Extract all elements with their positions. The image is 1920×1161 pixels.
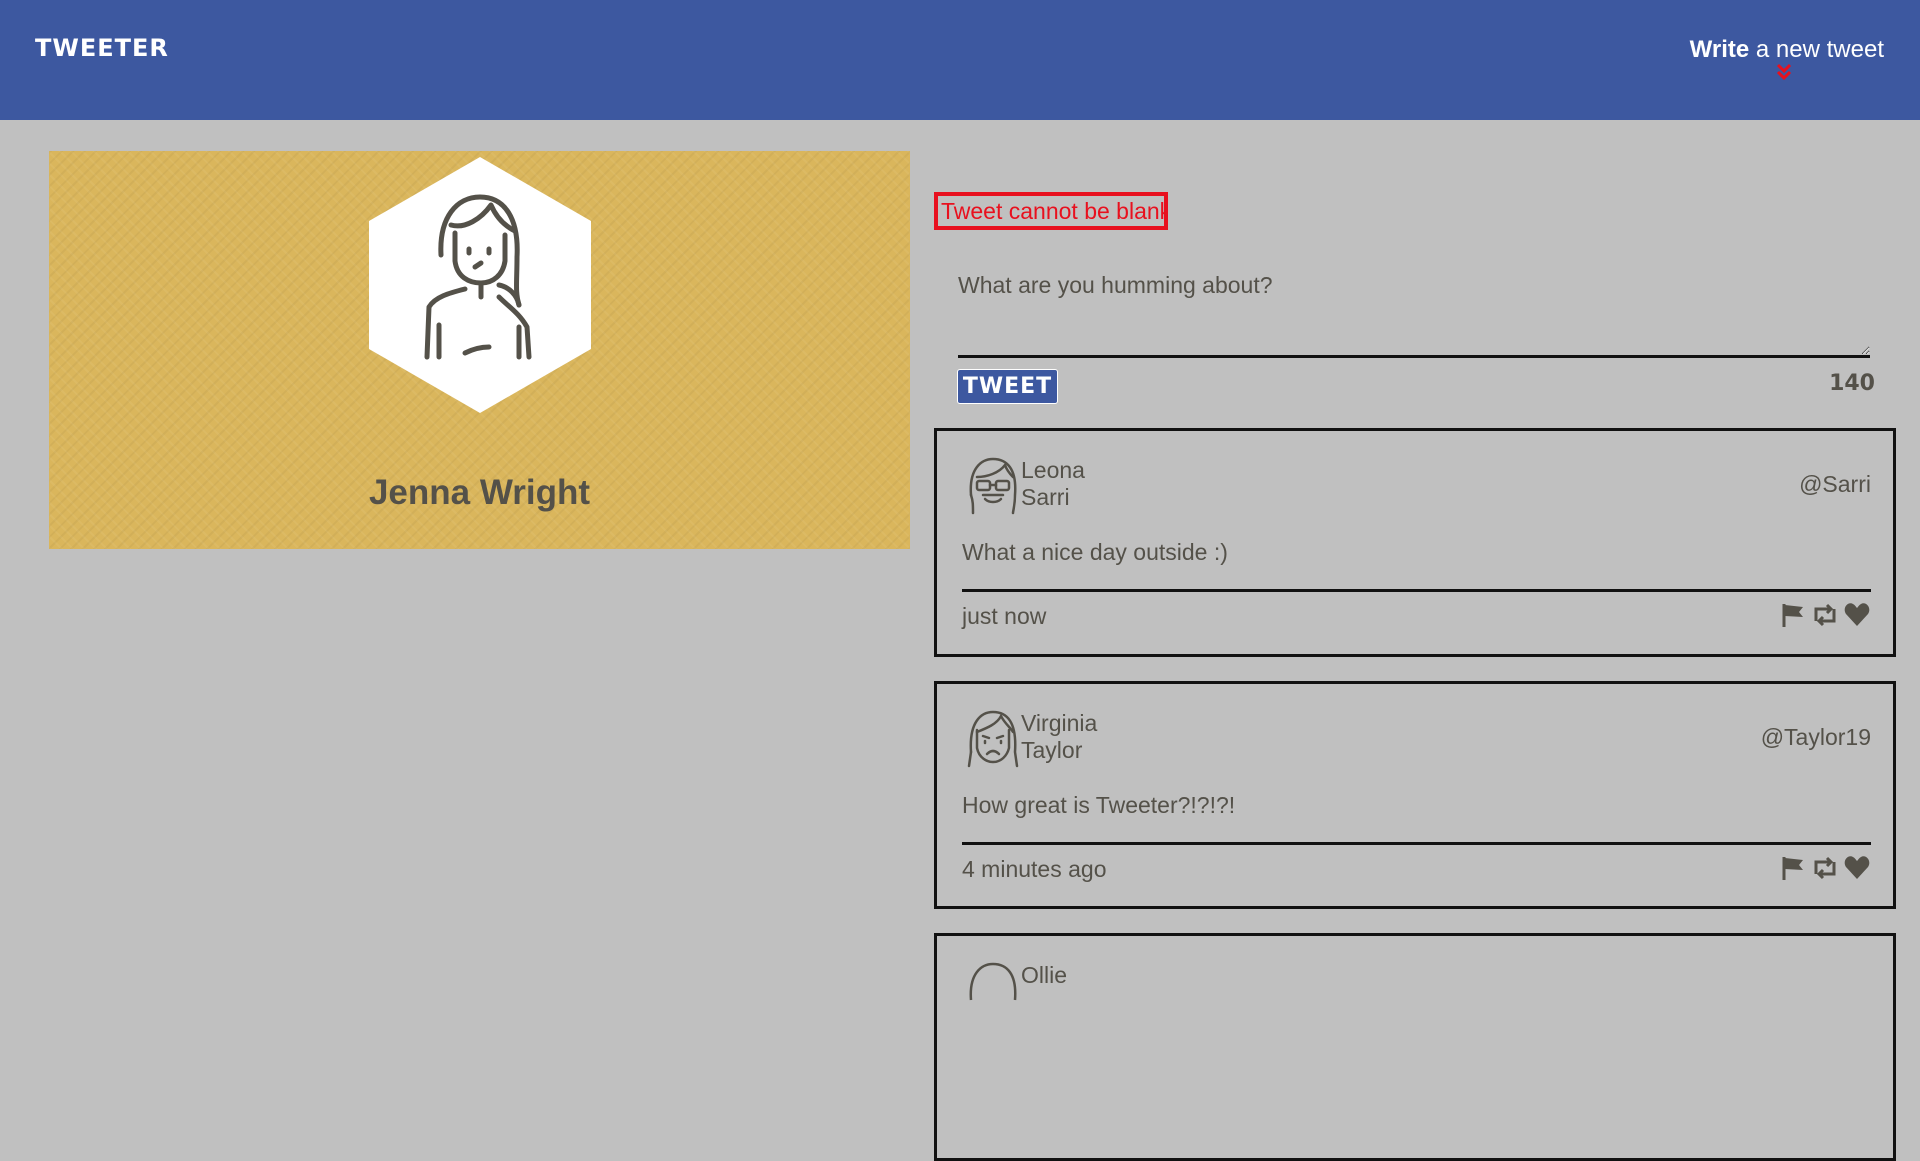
author-last-name: Sarri	[1021, 484, 1070, 510]
divider	[962, 842, 1871, 845]
compose-label: a new tweet	[1749, 36, 1884, 63]
write-new-tweet-toggle[interactable]: Write a new tweet	[1689, 36, 1884, 81]
heart-icon[interactable]	[1843, 601, 1871, 629]
avatar-icon	[969, 962, 1017, 1001]
author-last-name: Taylor	[1021, 737, 1083, 763]
tweet-author: Leona Sarri	[1021, 457, 1085, 511]
tweet-submit-button[interactable]: TWEET	[957, 369, 1058, 404]
app-logo[interactable]: TWEETER	[35, 34, 169, 62]
double-chevron-down-icon[interactable]	[1774, 62, 1794, 82]
author-handle: @Taylor19	[1760, 724, 1871, 750]
tweet-card: Ollie	[934, 933, 1896, 1161]
tweet-text-input[interactable]	[958, 262, 1870, 358]
error-message: Tweet cannot be blank!	[934, 192, 1168, 230]
tweet-text: How great is Tweeter?!?!?!	[962, 792, 1236, 818]
tweet-card: Leona Sarri @Sarri What a nice day outsi…	[934, 428, 1896, 657]
heart-icon[interactable]	[1843, 854, 1871, 882]
avatar-glasses-icon	[969, 457, 1017, 515]
character-counter: 140	[1829, 371, 1875, 396]
author-handle: @Sarri	[1799, 471, 1871, 497]
top-nav: TWEETER Write a new tweet	[0, 0, 1920, 120]
tweet-actions	[1779, 601, 1871, 629]
retweet-icon[interactable]	[1811, 854, 1839, 882]
avatar-frown-icon	[967, 710, 1019, 768]
retweet-icon[interactable]	[1811, 601, 1839, 629]
profile-avatar	[369, 157, 591, 413]
tweet-timestamp: just now	[962, 603, 1047, 629]
profile-banner: Jenna Wright	[49, 151, 910, 549]
profile-name: Jenna Wright	[368, 473, 591, 512]
divider	[962, 589, 1871, 592]
tweet-actions	[1779, 854, 1871, 882]
tweet-author: Virginia Taylor	[1021, 710, 1097, 764]
tweet-text: What a nice day outside :)	[962, 539, 1228, 565]
tweet-timestamp: 4 minutes ago	[962, 856, 1107, 882]
author-first-name: Leona	[1021, 457, 1085, 483]
tweet-card: Virginia Taylor @Taylor19 How great is T…	[934, 681, 1896, 909]
flag-icon[interactable]	[1779, 601, 1807, 629]
flag-icon[interactable]	[1779, 854, 1807, 882]
author-first-name: Virginia	[1021, 710, 1098, 736]
compose-label-bold: Write	[1689, 36, 1750, 63]
